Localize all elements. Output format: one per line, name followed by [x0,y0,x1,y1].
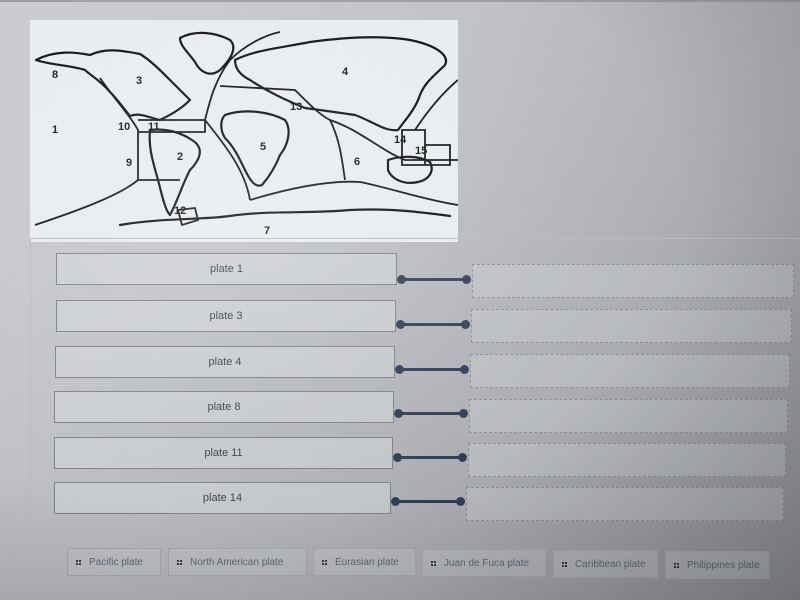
prompt-label: plate 8 [207,401,241,413]
drag-handle-icon [674,562,679,568]
chip-label: Caribbean plate [575,558,646,570]
drag-handle-icon [322,559,327,565]
connector [397,274,471,286]
map-label: 14 [394,134,407,146]
coast-antarctica [118,208,452,227]
connector [395,364,469,376]
map-label: 13 [290,101,302,113]
map-label: 5 [260,141,266,153]
map-label: 8 [52,69,58,81]
connector [391,496,465,508]
prompt-label: plate 14 [202,492,243,504]
tectonic-plates-map: 1 2 3 4 5 6 7 8 9 10 11 12 13 14 15 [30,20,458,242]
boundary-line [414,79,458,131]
answer-chip-eurasian[interactable]: Eurasian plate [313,548,416,576]
map-label: 12 [174,205,186,217]
drop-target[interactable] [468,443,786,477]
drop-target[interactable] [469,399,788,433]
map-label: 7 [264,225,270,237]
map-label: 6 [354,156,360,168]
prompt-label: plate 4 [208,356,242,368]
chip-label: North American plate [190,556,284,568]
answer-chip-caribbean[interactable]: Caribbean plate [553,550,658,578]
connector [394,408,468,420]
boundary-line [34,77,139,226]
prompt-box: plate 11 [54,437,393,469]
map-drawing: 1 2 3 4 5 6 7 8 9 10 11 12 13 14 15 [34,31,458,237]
prompt-box: plate 4 [55,346,395,378]
drop-target[interactable] [466,487,784,521]
drag-handle-icon [562,561,567,567]
chip-label: Philippines plate [687,559,760,571]
map-label: 2 [177,151,183,163]
drop-target[interactable] [471,309,792,343]
coast-south-america [148,128,201,217]
connector [393,452,467,464]
map-label: 11 [148,121,160,133]
coast-north-america [34,49,192,122]
answer-chip-juan-de-fuca[interactable]: Juan de Fuca plate [422,549,546,577]
boundary-line [204,119,251,201]
boundary-line [219,85,346,181]
chip-label: Eurasian plate [335,556,399,568]
coast-eurasia [233,36,448,132]
connector [396,319,470,331]
map-label: 10 [118,121,130,133]
chip-label: Juan de Fuca plate [444,557,530,569]
top-divider [0,0,800,2]
prompt-label: plate 1 [209,263,244,275]
answer-chip-north-american[interactable]: North American plate [168,548,307,576]
map-label: 9 [126,157,132,169]
prompt-box: plate 14 [54,482,391,514]
map-label: 15 [415,145,427,157]
answer-chip-pacific[interactable]: Pacific plate [67,548,161,576]
drop-target[interactable] [470,354,790,388]
prompt-box: plate 1 [56,253,397,285]
prompt-label: plate 11 [204,447,243,459]
chip-label: Pacific plate [89,556,143,568]
drag-handle-icon [431,560,436,566]
prompt-box: plate 3 [56,300,396,332]
drag-handle-icon [177,559,182,565]
drag-handle-icon [76,559,81,565]
map-label: 3 [136,75,142,87]
map-label: 4 [342,66,349,78]
coast-africa [220,110,290,187]
prompt-label: plate 3 [209,310,243,322]
answer-chip-philippines[interactable]: Philippines plate [665,551,769,579]
boundary-line [249,180,458,206]
drop-target[interactable] [472,264,794,298]
prompt-box: plate 8 [54,391,394,423]
map-label: 1 [52,124,58,136]
